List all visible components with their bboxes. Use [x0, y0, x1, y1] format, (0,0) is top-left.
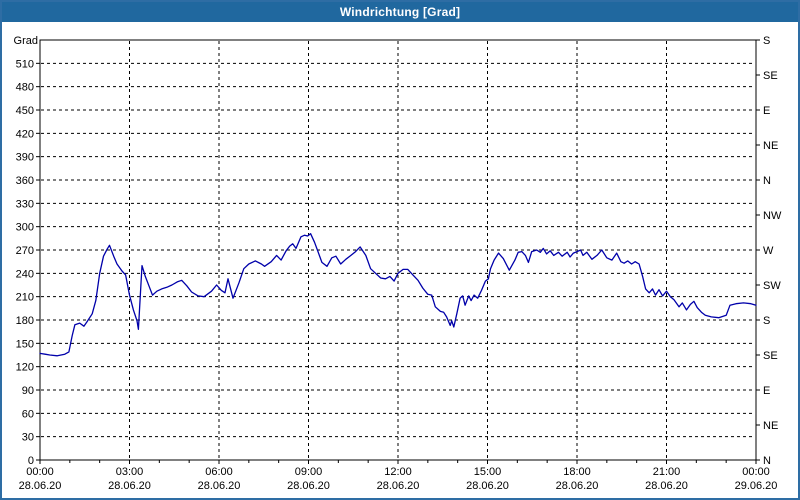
y-tick-label: 180 — [16, 315, 34, 327]
x-tick-time-label: 00:00 — [742, 466, 770, 478]
compass-tick-label: W — [763, 245, 774, 257]
y-tick-label: 120 — [16, 362, 34, 374]
y-tick-label: 420 — [16, 128, 34, 140]
y-tick-label: 450 — [16, 105, 34, 117]
y-tick-label: 330 — [16, 198, 34, 210]
x-tick-date-label: 28.06.20 — [645, 480, 688, 492]
x-tick-date-label: 29.06.20 — [735, 480, 778, 492]
y-tick-label: 150 — [16, 338, 34, 350]
compass-tick-label: E — [763, 385, 770, 397]
y-tick-label: 240 — [16, 268, 34, 280]
x-tick-time-label: 15:00 — [474, 466, 502, 478]
compass-tick-label: NE — [763, 420, 778, 432]
compass-tick-label: NW — [763, 210, 782, 222]
x-tick-date-label: 28.06.20 — [466, 480, 509, 492]
compass-tick-label: SW — [763, 280, 781, 292]
x-tick-date-label: 28.06.20 — [287, 480, 330, 492]
y-tick-label: 90 — [22, 385, 34, 397]
x-tick-date-label: 28.06.20 — [556, 480, 599, 492]
compass-tick-label: S — [763, 315, 770, 327]
window: Windrichtung [Grad] Grad 0 30 60 90 120 150 180… — [0, 0, 800, 500]
x-tick-date-label: 28.06.20 — [108, 480, 151, 492]
x-tick-date-label: 28.06.20 — [19, 480, 62, 492]
x-tick-date-label: 28.06.20 — [198, 480, 241, 492]
y-tick-label: 300 — [16, 222, 34, 234]
y-axis-left: Grad030609012015018021024027030033036039… — [14, 35, 40, 467]
x-tick-time-label: 09:00 — [295, 466, 323, 478]
compass-tick-label: NE — [763, 140, 778, 152]
compass-tick-label: SE — [763, 70, 778, 82]
x-tick-date-label: 28.06.20 — [377, 480, 420, 492]
compass-tick-label: SE — [763, 350, 778, 362]
x-tick-time-label: 18:00 — [563, 466, 591, 478]
x-tick-time-label: 03:00 — [116, 466, 144, 478]
y-tick-label: 270 — [16, 245, 34, 257]
y-tick-label: 30 — [22, 432, 34, 444]
x-tick-time-label: 12:00 — [384, 466, 412, 478]
compass-tick-label: N — [763, 175, 771, 187]
x-tick-time-label: 06:00 — [205, 466, 233, 478]
y-axis-title: Grad — [14, 35, 38, 47]
y-tick-label: 390 — [16, 152, 34, 164]
x-tick-time-label: 00:00 — [26, 466, 54, 478]
x-tick-time-label: 21:00 — [653, 466, 681, 478]
compass-tick-label: S — [763, 35, 770, 47]
y-tick-label: 510 — [16, 58, 34, 70]
chart-area: Grad 0 30 60 90 120 150 180 210 240 270 300 330 360 39… — [2, 2, 798, 498]
y-tick-label: 210 — [16, 292, 34, 304]
compass-tick-label: E — [763, 105, 770, 117]
y-axis-right: SSEENENNWWSWSSEENEN — [756, 35, 782, 467]
y-tick-label: 360 — [16, 175, 34, 187]
chart-svg: Grad030609012015018021024027030033036039… — [14, 35, 782, 492]
y-tick-label: 480 — [16, 82, 34, 94]
y-tick-label: 60 — [22, 408, 34, 420]
x-axis: 00:00 28.06.20 03:00 28.06.20 06:00 28.06.20 0… — [19, 460, 778, 492]
